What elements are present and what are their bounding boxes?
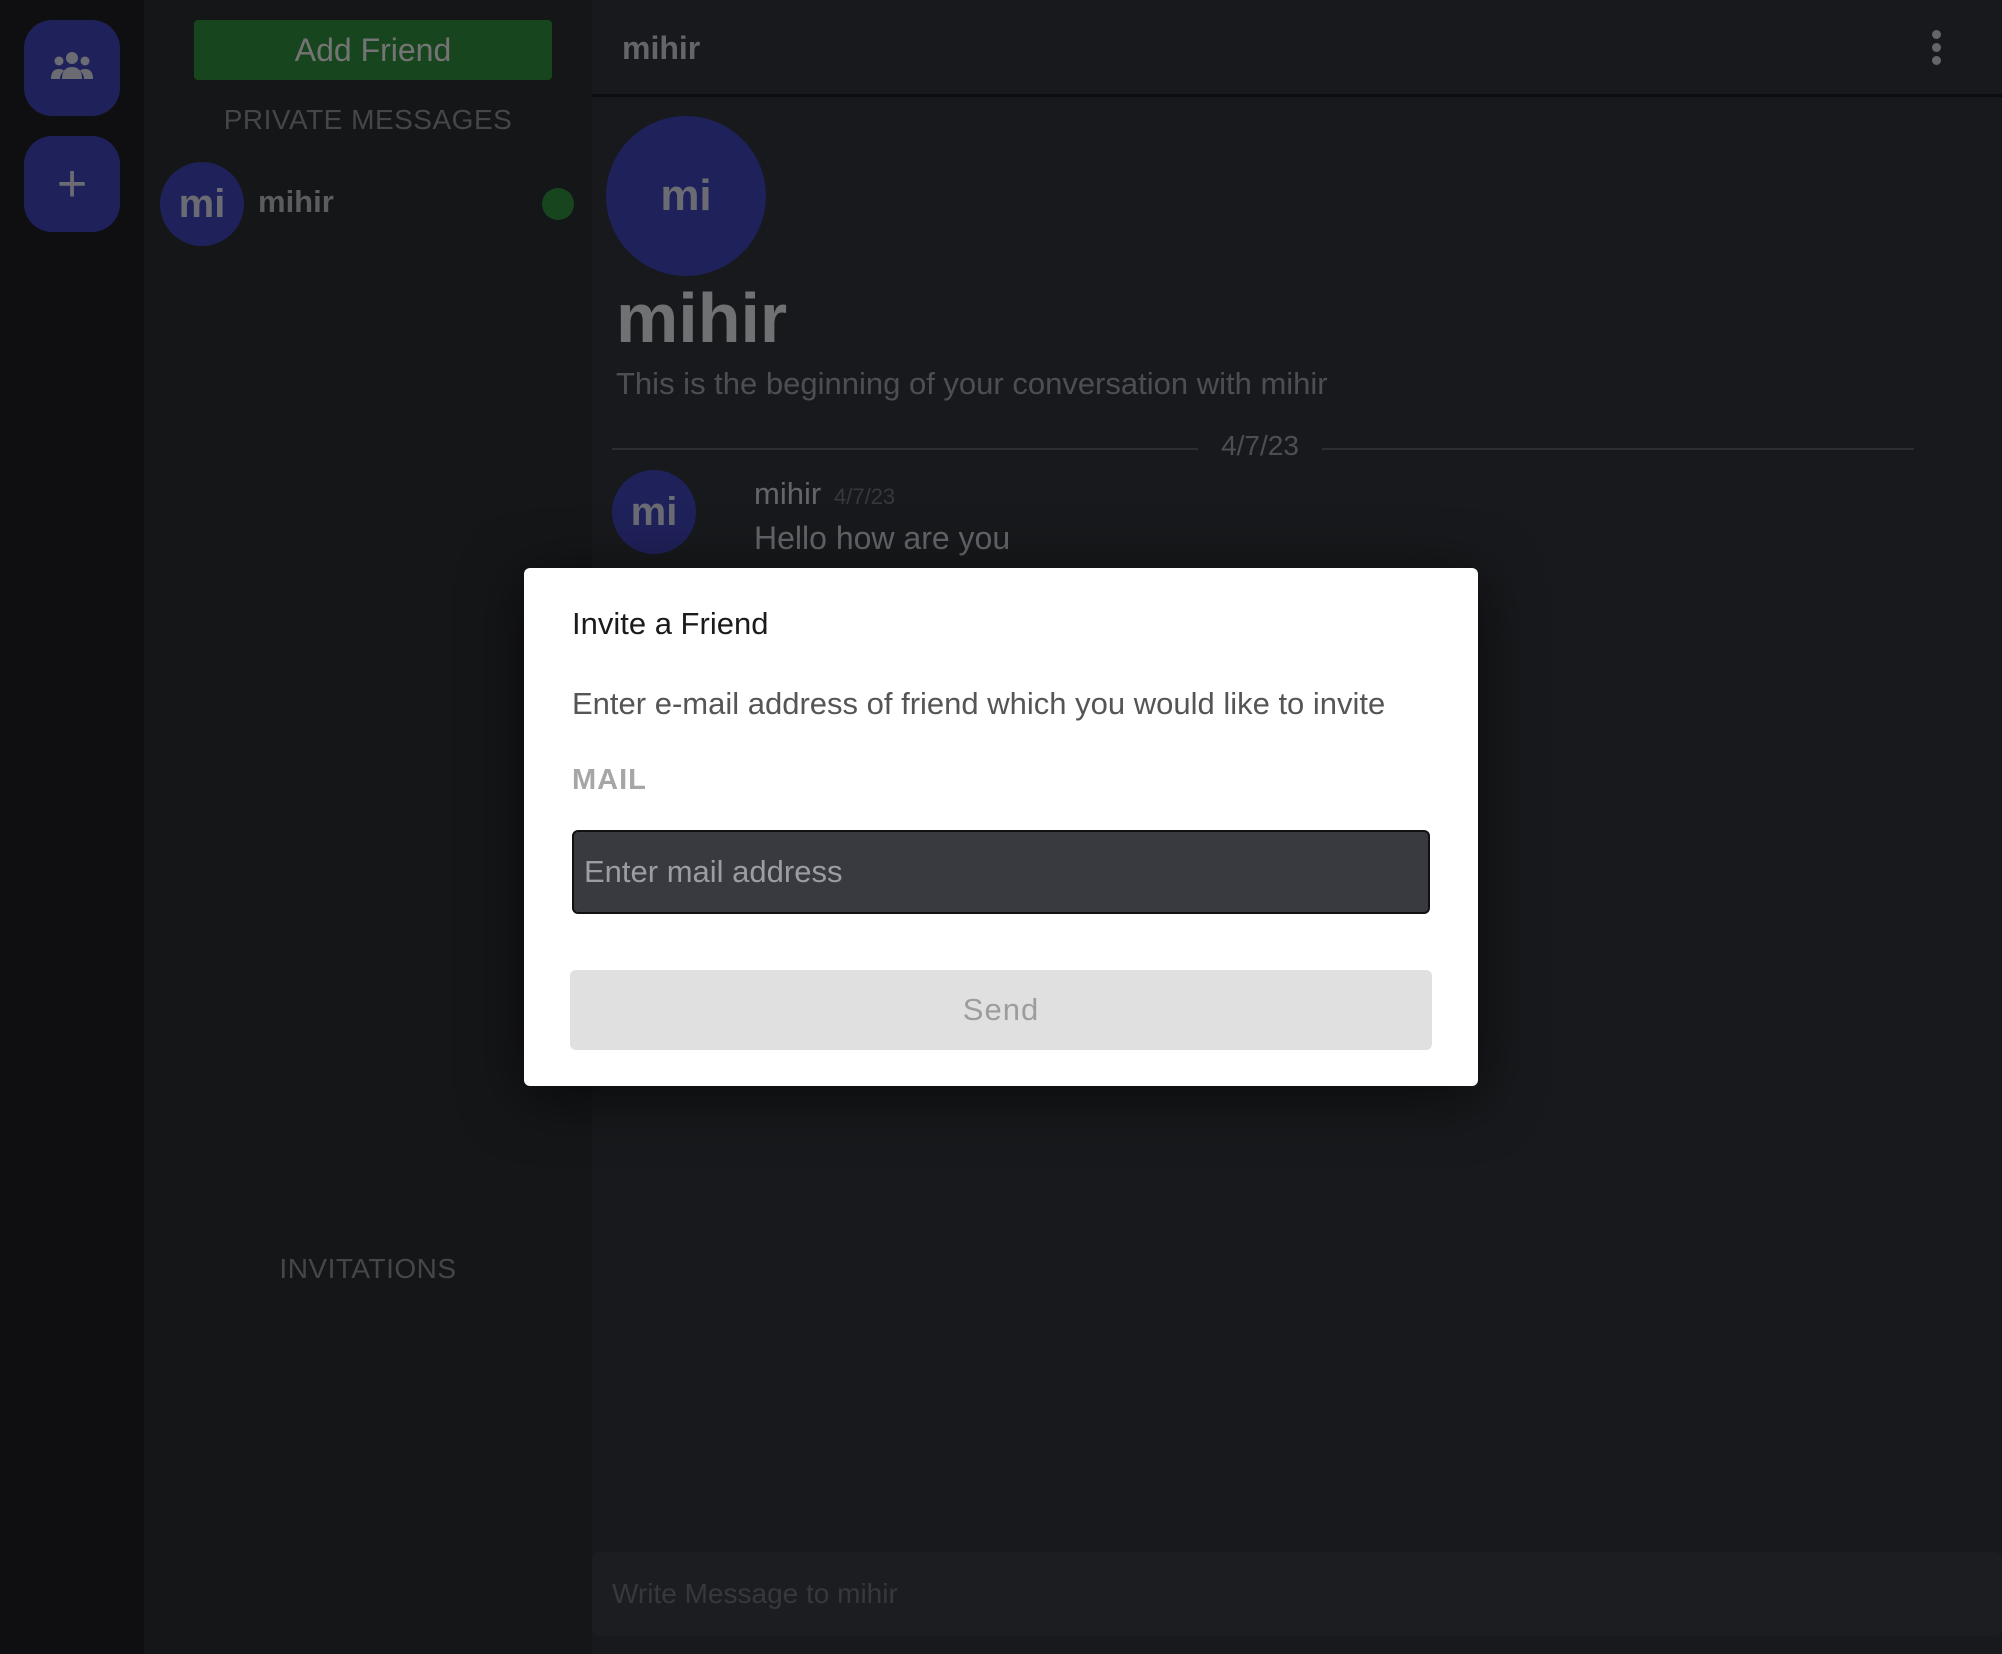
mail-label: MAIL	[572, 764, 647, 796]
modal-title: Invite a Friend	[572, 606, 769, 641]
send-button[interactable]: Send	[570, 970, 1432, 1050]
mail-input[interactable]	[572, 830, 1430, 914]
modal-description: Enter e-mail address of friend which you…	[572, 686, 1386, 721]
app-root: + Add Friend PRIVATE MESSAGES mi mihir I…	[0, 0, 2002, 1654]
invite-friend-modal: Invite a Friend Enter e-mail address of …	[524, 568, 1478, 1086]
